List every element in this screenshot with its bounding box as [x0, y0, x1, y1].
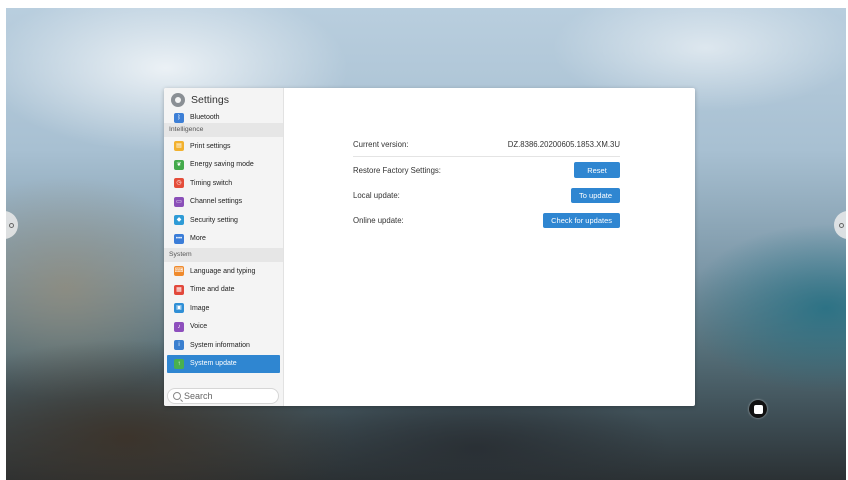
sidebar-item-more[interactable]: ••• More	[164, 230, 283, 249]
keyboard-icon: ⌨	[174, 266, 184, 277]
sidebar-item-label: Time and date	[190, 286, 235, 294]
sidebar-item-label: Security setting	[190, 216, 238, 224]
search-icon	[173, 392, 181, 400]
sidebar-item-timing-switch[interactable]: ◷ Timing switch	[164, 174, 283, 193]
calendar-icon: ▦	[174, 284, 184, 295]
circle-icon	[8, 222, 14, 228]
sidebar-item-label: Bluetooth	[190, 114, 220, 121]
restore-row: Restore Factory Settings: Reset	[353, 159, 620, 181]
current-version-row: Current version: DZ.8386.20200605.1853.X…	[353, 133, 620, 155]
sidebar-item-system-update[interactable]: ↑ System update	[167, 354, 280, 373]
sidebar-item-language-and-typing[interactable]: ⌨ Language and typing	[164, 262, 283, 281]
sidebar-item-label: System update	[190, 360, 237, 368]
update-panel: Current version: DZ.8386.20200605.1853.X…	[284, 88, 695, 406]
local-update-label: Local update:	[353, 190, 400, 200]
to-update-button[interactable]: To update	[571, 187, 620, 203]
leaf-icon: ❦	[174, 159, 184, 170]
gear-icon	[171, 93, 185, 107]
sidebar-item-label: Voice	[190, 323, 208, 331]
sidebar-item-label: Language and typing	[190, 267, 256, 275]
clock-icon: ◷	[174, 178, 184, 189]
shield-icon: ◆	[174, 215, 184, 226]
sidebar-item-image[interactable]: ▣ Image	[164, 299, 283, 318]
sidebar-sections: Intelligence ▤ Print settings ❦ Energy savin…	[164, 123, 283, 373]
more-icon: •••	[174, 233, 184, 244]
sidebar-header: Settings	[164, 88, 283, 112]
current-version-label: Current version:	[353, 139, 409, 149]
print-icon: ▤	[174, 141, 184, 152]
sidebar-list: ᛒ Bluetooth Intelligence ▤ Print settings ❦…	[164, 112, 283, 373]
restore-label: Restore Factory Settings:	[353, 165, 441, 175]
sidebar-item-voice[interactable]: ♪ Voice	[164, 318, 283, 337]
square-icon	[753, 404, 763, 414]
speaker-icon: ♪	[174, 321, 184, 332]
sidebar-item-label: System information	[190, 341, 250, 349]
reset-button[interactable]: Reset	[574, 162, 620, 178]
settings-window: Settings ᛒ Bluetooth Intelligence ▤ Print …	[164, 88, 695, 406]
sidebar-item-label: Channel settings	[190, 198, 243, 206]
local-update-row: Local update: To update	[353, 184, 620, 206]
image-icon: ▣	[174, 303, 184, 314]
sidebar-title: Settings	[191, 94, 229, 106]
sidebar-section-header: System	[164, 248, 283, 262]
check-for-updates-button[interactable]: Check for updates	[543, 212, 620, 228]
update-icon: ↑	[174, 358, 184, 369]
sidebar-item-label: Image	[190, 304, 210, 312]
sidebar-item-bluetooth[interactable]: ᛒ Bluetooth	[164, 112, 283, 123]
online-update-label: Online update:	[353, 215, 404, 225]
channel-icon: ▭	[174, 196, 184, 207]
info-icon: i	[174, 340, 184, 351]
sidebar-item-label: Print settings	[190, 142, 231, 150]
sidebar-item-time-and-date[interactable]: ▦ Time and date	[164, 281, 283, 300]
desktop: Settings ᛒ Bluetooth Intelligence ▤ Print …	[6, 8, 846, 480]
settings-sidebar: Settings ᛒ Bluetooth Intelligence ▤ Print …	[164, 88, 284, 406]
sidebar-item-label: Timing switch	[190, 179, 233, 187]
sidebar-item-label: More	[190, 235, 206, 243]
search-input[interactable]	[184, 391, 274, 401]
sidebar-item-channel-settings[interactable]: ▭ Channel settings	[164, 193, 283, 212]
sidebar-item-security-setting[interactable]: ◆ Security setting	[164, 211, 283, 230]
floating-menu-button[interactable]	[749, 400, 767, 418]
online-update-row: Online update: Check for updates	[353, 209, 620, 231]
search-box[interactable]	[167, 388, 279, 404]
current-version-value: DZ.8386.20200605.1853.XM.3U	[507, 139, 620, 149]
circle-icon	[838, 222, 844, 228]
bluetooth-icon: ᛒ	[174, 112, 184, 123]
sidebar-section-header: Intelligence	[164, 123, 283, 137]
sidebar-item-system-information[interactable]: i System information	[164, 336, 283, 355]
sidebar-item-print-settings[interactable]: ▤ Print settings	[164, 137, 283, 156]
sidebar-item-energy-saving-mode[interactable]: ❦ Energy saving mode	[164, 156, 283, 175]
divider	[353, 156, 620, 157]
sidebar-item-label: Energy saving mode	[190, 161, 254, 169]
